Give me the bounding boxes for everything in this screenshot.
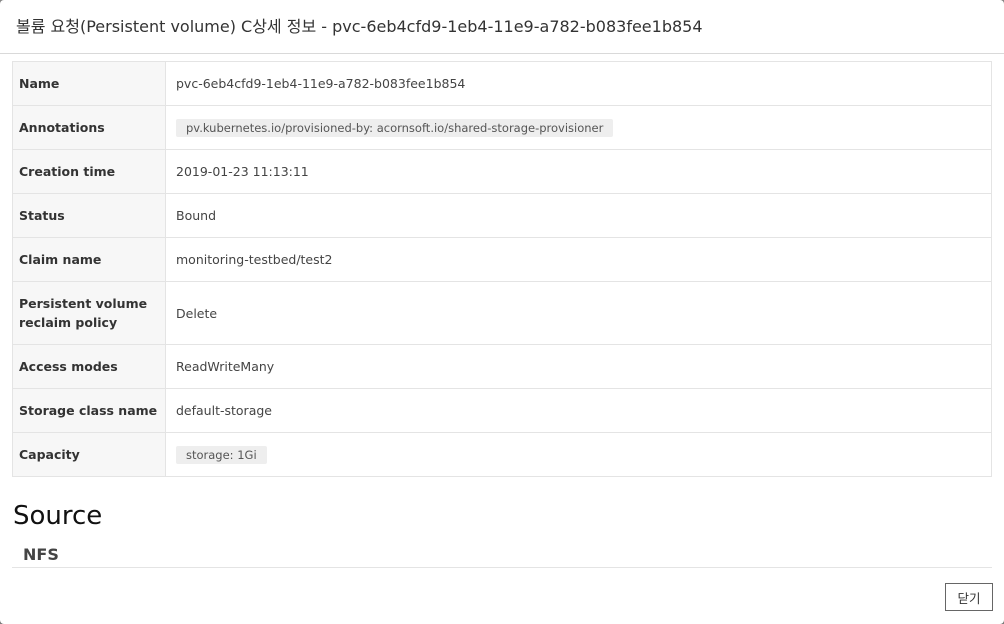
table-row: Creation time 2019-01-23 11:13:11 [12, 149, 992, 194]
creation-time-value: 2019-01-23 11:13:11 [165, 149, 992, 194]
capacity-key: Capacity [12, 432, 166, 477]
annotations-key: Annotations [12, 105, 166, 150]
table-row: Name pvc-6eb4cfd9-1eb4-11e9-a782-b083fee… [12, 61, 992, 106]
table-row: Claim name monitoring-testbed/test2 [12, 237, 992, 282]
capacity-cell: storage: 1Gi [165, 432, 992, 477]
claim-name-key: Claim name [12, 237, 166, 282]
creation-time-key: Creation time [12, 149, 166, 194]
name-key: Name [12, 61, 166, 106]
annotation-tag: pv.kubernetes.io/provisioned-by: acornso… [176, 118, 614, 137]
detail-table: Name pvc-6eb4cfd9-1eb4-11e9-a782-b083fee… [12, 61, 992, 477]
access-modes-key: Access modes [12, 344, 166, 389]
table-row: Storage class name default-storage [12, 388, 992, 433]
name-value: pvc-6eb4cfd9-1eb4-11e9-a782-b083fee1b854 [165, 61, 992, 106]
modal-title: 볼륨 요청(Persistent volume) C상세 정보 - pvc-6e… [16, 17, 703, 36]
modal-body[interactable]: Name pvc-6eb4cfd9-1eb4-11e9-a782-b083fee… [0, 55, 1004, 567]
access-modes-value: ReadWriteMany [165, 344, 992, 389]
storage-class-key: Storage class name [12, 388, 166, 433]
pv-detail-modal: 볼륨 요청(Persistent volume) C상세 정보 - pvc-6e… [0, 0, 1004, 624]
table-row: Access modes ReadWriteMany [12, 344, 992, 389]
source-heading: Source [13, 501, 103, 531]
modal-header: 볼륨 요청(Persistent volume) C상세 정보 - pvc-6e… [0, 0, 1004, 54]
annotations-cell: pv.kubernetes.io/provisioned-by: acornso… [165, 105, 992, 150]
status-value: Bound [165, 193, 992, 238]
close-button[interactable]: 닫기 [945, 583, 993, 611]
table-row: Annotations pv.kubernetes.io/provisioned… [12, 105, 992, 150]
capacity-tag: storage: 1Gi [176, 445, 267, 464]
footer-divider [12, 567, 992, 568]
table-row: Persistent volume reclaim policy Delete [12, 281, 992, 345]
storage-class-value: default-storage [165, 388, 992, 433]
source-type: NFS [23, 545, 59, 564]
table-row: Status Bound [12, 193, 992, 238]
reclaim-policy-value: Delete [165, 281, 992, 345]
claim-name-value: monitoring-testbed/test2 [165, 237, 992, 282]
reclaim-policy-key: Persistent volume reclaim policy [12, 281, 166, 345]
table-row: Capacity storage: 1Gi [12, 432, 992, 477]
status-key: Status [12, 193, 166, 238]
